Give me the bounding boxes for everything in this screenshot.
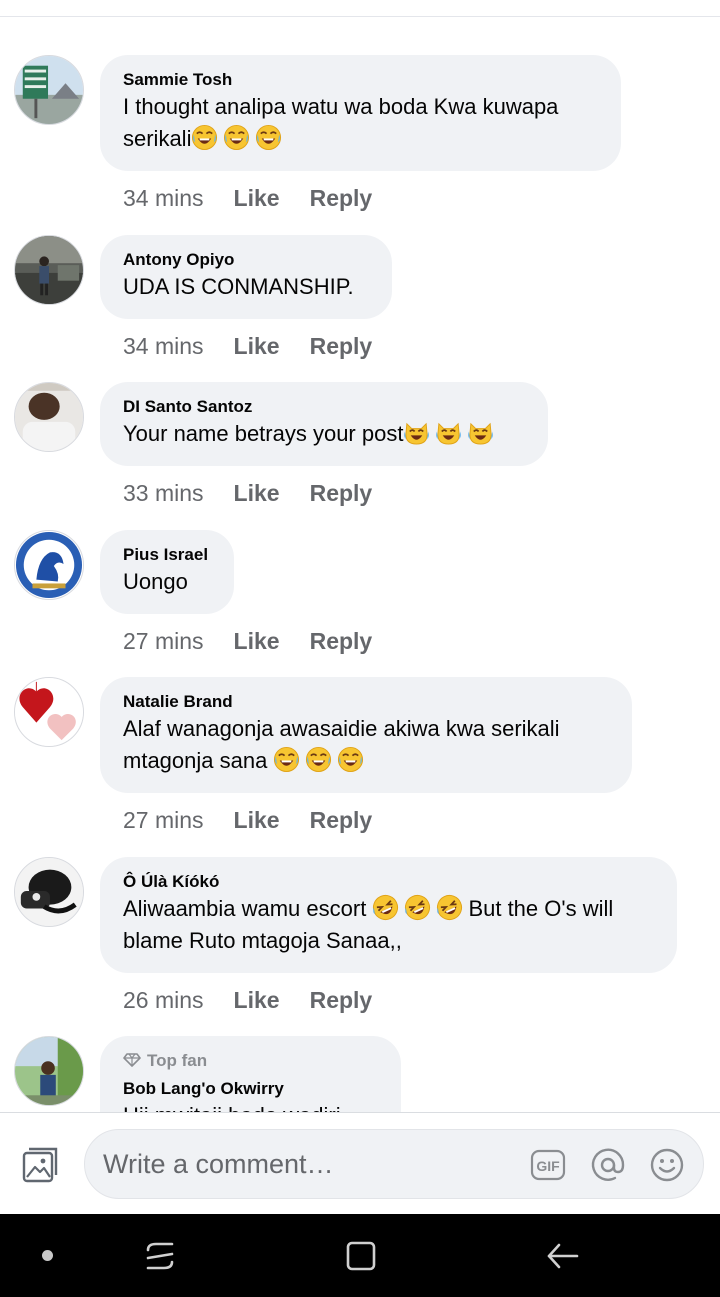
comment-line: Alaf wanagonja awasaidie akiwa kwa serik… [123, 716, 560, 741]
comment-time: 27 mins [123, 807, 204, 833]
laugh-cry-emoji-icon [273, 746, 300, 773]
back-icon[interactable] [543, 1236, 583, 1276]
like-button[interactable]: Like [234, 987, 280, 1013]
laugh-cry-emoji-icon [305, 746, 332, 773]
comment-list[interactable]: Sammie Tosh I thought analipa watu wa bo… [0, 0, 720, 1112]
comment-line: UDA IS CONMANSHIP. [123, 274, 354, 299]
comment-line: serikali [123, 126, 192, 151]
avatar[interactable] [14, 857, 84, 927]
reply-button[interactable]: Reply [310, 185, 373, 211]
comment-text: I thought analipa watu wa boda Kwa kuwap… [123, 91, 599, 155]
like-button[interactable]: Like [234, 628, 280, 654]
comment-line: Hii mwitaji bado wadiri [123, 1103, 341, 1112]
comment-time: 34 mins [123, 333, 204, 359]
svg-text:GIF: GIF [536, 1158, 560, 1174]
comment-meta: 26 mins Like Reply [123, 986, 372, 1014]
comment-text: UDA IS CONMANSHIP. [123, 271, 370, 303]
reply-button[interactable]: Reply [310, 333, 373, 359]
comment-text: Alaf wanagonja awasaidie akiwa kwa serik… [123, 713, 610, 777]
comment-meta: 27 mins Like Reply [123, 627, 372, 655]
avatar[interactable] [14, 55, 84, 125]
comment-bubble[interactable]: Pius Israel Uongo [100, 530, 234, 614]
cat-joy-emoji-icon [435, 419, 462, 446]
comment-line: Uongo [123, 569, 188, 594]
laugh-cry-emoji-icon [223, 124, 250, 151]
comment-text: Your name betrays your post [123, 418, 526, 450]
comment-time: 33 mins [123, 480, 204, 506]
comment-time: 34 mins [123, 185, 204, 211]
comment-line: mtagonja sana [123, 748, 274, 773]
gif-icon[interactable]: GIF [530, 1147, 566, 1183]
comment-composer: GIF [0, 1112, 720, 1214]
rofl-emoji-icon [372, 894, 399, 921]
reply-button[interactable]: Reply [310, 480, 373, 506]
comment-meta: 34 mins Like Reply [123, 184, 372, 212]
comment-bubble[interactable]: Sammie Tosh I thought analipa watu wa bo… [100, 55, 621, 171]
comment-line: Aliwaambia wamu escort [123, 896, 373, 921]
recents-icon[interactable] [140, 1236, 180, 1276]
diamond-icon [123, 1051, 141, 1067]
comment-meta: 34 mins Like Reply [123, 332, 372, 360]
laugh-cry-emoji-icon [255, 124, 282, 151]
reply-button[interactable]: Reply [310, 628, 373, 654]
cat-joy-emoji-icon [467, 419, 494, 446]
rofl-emoji-icon [436, 894, 463, 921]
comment-bubble[interactable]: Natalie Brand Alaf wanagonja awasaidie a… [100, 677, 632, 793]
like-button[interactable]: Like [234, 185, 280, 211]
comment-line: I thought analipa watu wa boda Kwa kuwap… [123, 94, 559, 119]
comment-line: blame Ruto mtagoja Sanaa,, [123, 928, 402, 953]
comment-bubble[interactable]: Antony Opiyo UDA IS CONMANSHIP. [100, 235, 392, 319]
comment-bubble[interactable]: DI Santo Santoz Your name betrays your p… [100, 382, 548, 466]
reply-button[interactable]: Reply [310, 987, 373, 1013]
comment-meta: 33 mins Like Reply [123, 479, 372, 507]
comment-time: 26 mins [123, 987, 204, 1013]
top-fan-label: Top fan [147, 1051, 208, 1070]
home-icon[interactable] [341, 1236, 381, 1276]
comment-author[interactable]: Antony Opiyo [123, 249, 370, 271]
photo-icon[interactable] [20, 1146, 60, 1186]
comment-meta: 27 mins Like Reply [123, 806, 372, 834]
avatar[interactable] [14, 530, 84, 600]
comment-author[interactable]: Natalie Brand [123, 691, 610, 713]
mention-icon[interactable] [590, 1147, 626, 1183]
comment-author[interactable]: Ô Úlà Kíókó [123, 871, 655, 893]
like-button[interactable]: Like [234, 333, 280, 359]
comment-line: But the O's will [468, 896, 614, 921]
avatar[interactable] [14, 1036, 84, 1106]
comment-author[interactable]: Pius Israel [123, 544, 212, 566]
comment-text: Aliwaambia wamu escort But the O's will … [123, 893, 655, 957]
rofl-emoji-icon [404, 894, 431, 921]
comment-author[interactable]: DI Santo Santoz [123, 396, 526, 418]
avatar[interactable] [14, 382, 84, 452]
comment-bubble[interactable]: Top fan Bob Lang'o Okwirry Hii mwitaji b… [100, 1036, 401, 1112]
comment-text: Uongo [123, 566, 212, 598]
like-button[interactable]: Like [234, 807, 280, 833]
laugh-cry-emoji-icon [337, 746, 364, 773]
avatar[interactable] [14, 677, 84, 747]
comment-input[interactable] [103, 1140, 523, 1188]
comment-bubble[interactable]: Ô Úlà Kíókó Aliwaambia wamu escort But t… [100, 857, 677, 973]
system-nav-bar [0, 1214, 720, 1297]
nav-dot-icon [42, 1250, 53, 1261]
comment-line: Your name betrays your post [123, 421, 404, 446]
top-fan-badge: Top fan [123, 1050, 379, 1072]
cat-joy-emoji-icon [403, 419, 430, 446]
reply-button[interactable]: Reply [310, 807, 373, 833]
laugh-cry-emoji-icon [191, 124, 218, 151]
comment-input-box[interactable]: GIF [84, 1129, 704, 1199]
comments-screen: Sammie Tosh I thought analipa watu wa bo… [0, 0, 720, 1297]
comment-author[interactable]: Bob Lang'o Okwirry [123, 1078, 379, 1100]
comment-time: 27 mins [123, 628, 204, 654]
like-button[interactable]: Like [234, 480, 280, 506]
comment-text: Hii mwitaji bado wadiri [123, 1100, 379, 1112]
avatar[interactable] [14, 235, 84, 305]
emoji-icon[interactable] [649, 1147, 685, 1183]
comment-author[interactable]: Sammie Tosh [123, 69, 599, 91]
